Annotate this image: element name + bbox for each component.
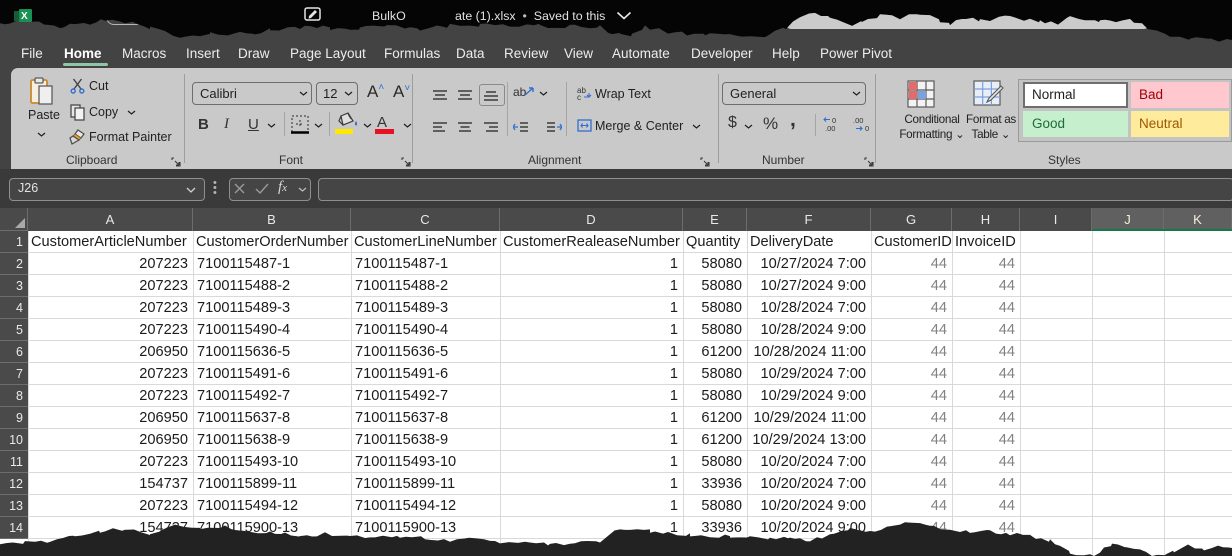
svg-text:.00: .00	[853, 116, 863, 125]
svg-text:0: 0	[865, 124, 869, 132]
svg-text:c: c	[577, 93, 581, 100]
svg-text:.00: .00	[825, 124, 835, 132]
svg-text:X: X	[21, 11, 28, 22]
